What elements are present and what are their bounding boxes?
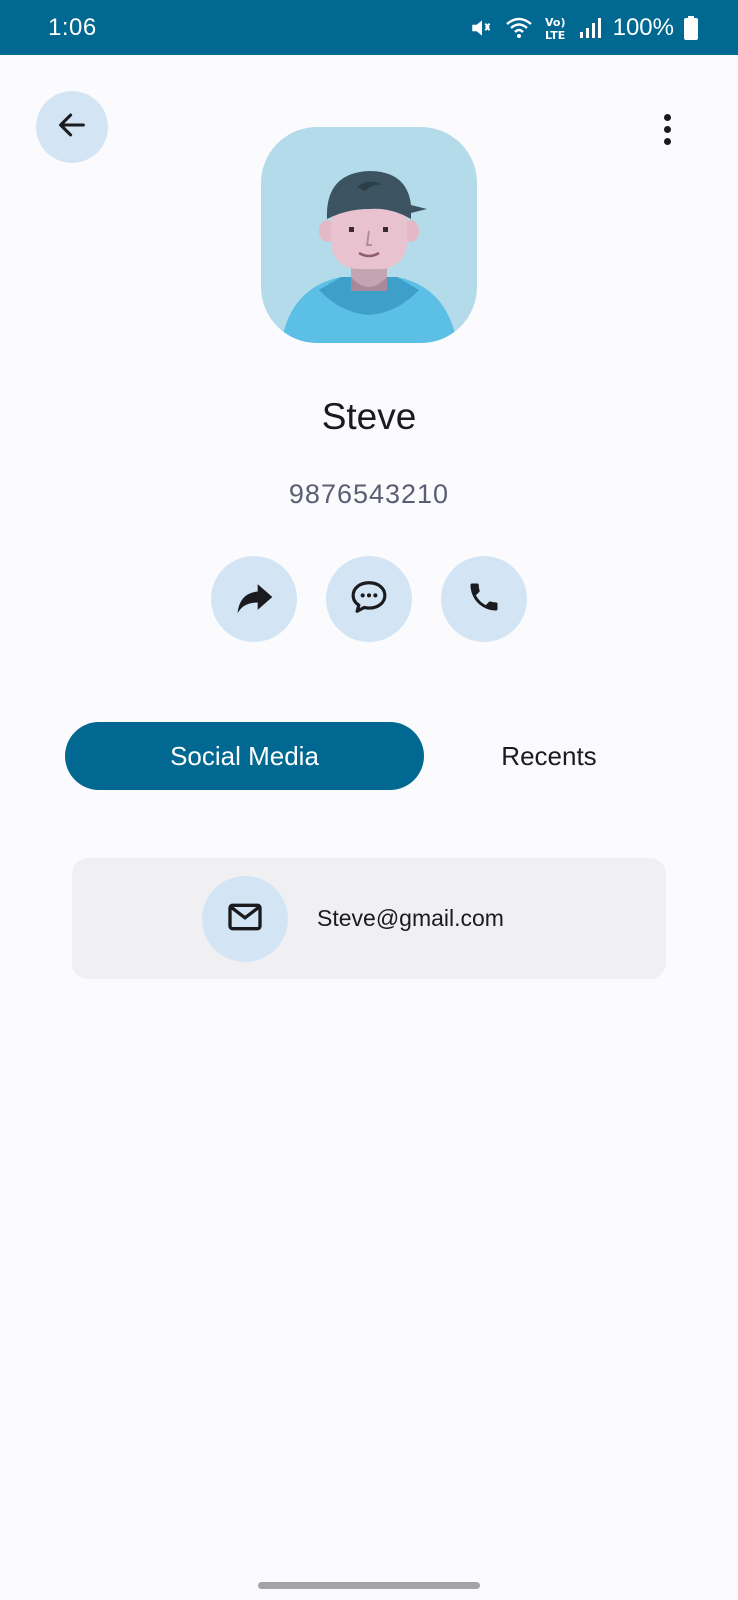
message-icon — [350, 578, 388, 621]
status-bar: 1:06 Vo) LTE 100% — [0, 0, 738, 55]
status-icons: Vo) LTE 100% — [469, 14, 698, 42]
contact-name: Steve — [321, 396, 417, 437]
email-card[interactable]: Steve@gmail.com — [72, 858, 666, 979]
mail-button[interactable] — [202, 876, 288, 962]
back-button[interactable] — [36, 91, 108, 163]
svg-text:Vo): Vo) — [545, 16, 566, 29]
arrow-left-icon — [55, 108, 89, 147]
avatar — [261, 127, 477, 343]
phone-icon — [466, 579, 502, 620]
avatar-illustration — [281, 171, 457, 343]
wifi-icon — [505, 16, 533, 40]
status-time: 1:06 — [48, 13, 97, 41]
call-button[interactable] — [441, 556, 527, 642]
svg-text:LTE: LTE — [545, 29, 565, 42]
tab-recents[interactable]: Recents — [430, 722, 668, 790]
email-address: Steve@gmail.com — [317, 905, 504, 931]
share-icon — [232, 575, 276, 624]
tab-social-media[interactable]: Social Media — [65, 722, 424, 790]
battery-percent: 100% — [612, 13, 674, 41]
message-button[interactable] — [326, 556, 412, 642]
mute-icon — [469, 15, 495, 41]
more-options-button[interactable] — [646, 108, 688, 150]
battery-icon — [684, 15, 698, 40]
more-vert-icon — [663, 113, 671, 121]
home-indicator[interactable] — [258, 1582, 480, 1589]
volte-icon: Vo) LTE — [543, 14, 569, 42]
mail-icon — [225, 897, 265, 942]
signal-icon — [579, 17, 601, 39]
contact-phone-number: 9876543210 — [288, 479, 450, 509]
share-button[interactable] — [211, 556, 297, 642]
